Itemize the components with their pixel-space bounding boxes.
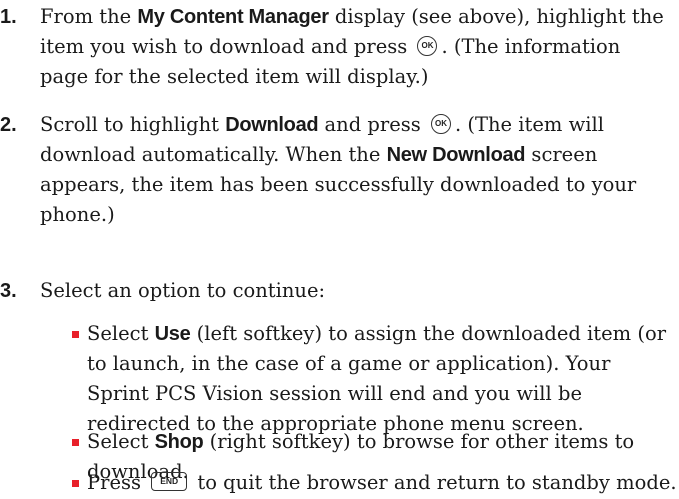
text-span: Press [87,471,148,494]
bold-term-download: Download [225,114,319,136]
bold-term-shop: Shop [154,431,204,453]
manual-page: 1. From the My Content Manager display (… [0,0,679,499]
step-text: Scroll to highlight Download and press O… [40,110,670,230]
bold-term-my-content-manager: My Content Manager [137,6,329,28]
text-span: to quit the browser and return to standb… [191,471,677,494]
bold-term-new-download: New Download [386,144,526,166]
red-square-bullet-icon [72,331,79,338]
text-span: Select [87,322,155,345]
end-key-icon: END [151,472,188,491]
step-number: 3. [0,280,17,302]
step-text: Select an option to continue: [40,276,670,306]
step-text: From the My Content Manager display (see… [40,2,670,92]
bullet-text: Select Use (left softkey) to assign the … [87,319,677,439]
text-span: Select [87,430,155,453]
red-square-bullet-icon [72,439,79,446]
text-span: Select an option to continue: [40,279,326,302]
bold-term-use: Use [154,323,191,345]
bullet-text: Press END to quit the browser and return… [87,468,677,498]
step-number: 1. [0,6,17,28]
text-span: Scroll to highlight [40,113,226,136]
ok-key-icon: OK [430,113,451,134]
red-square-bullet-icon [72,480,79,487]
text-span: and press [318,113,427,136]
ok-key-icon: OK [417,35,438,56]
step-number: 2. [0,114,17,136]
text-span: From the [40,5,138,28]
